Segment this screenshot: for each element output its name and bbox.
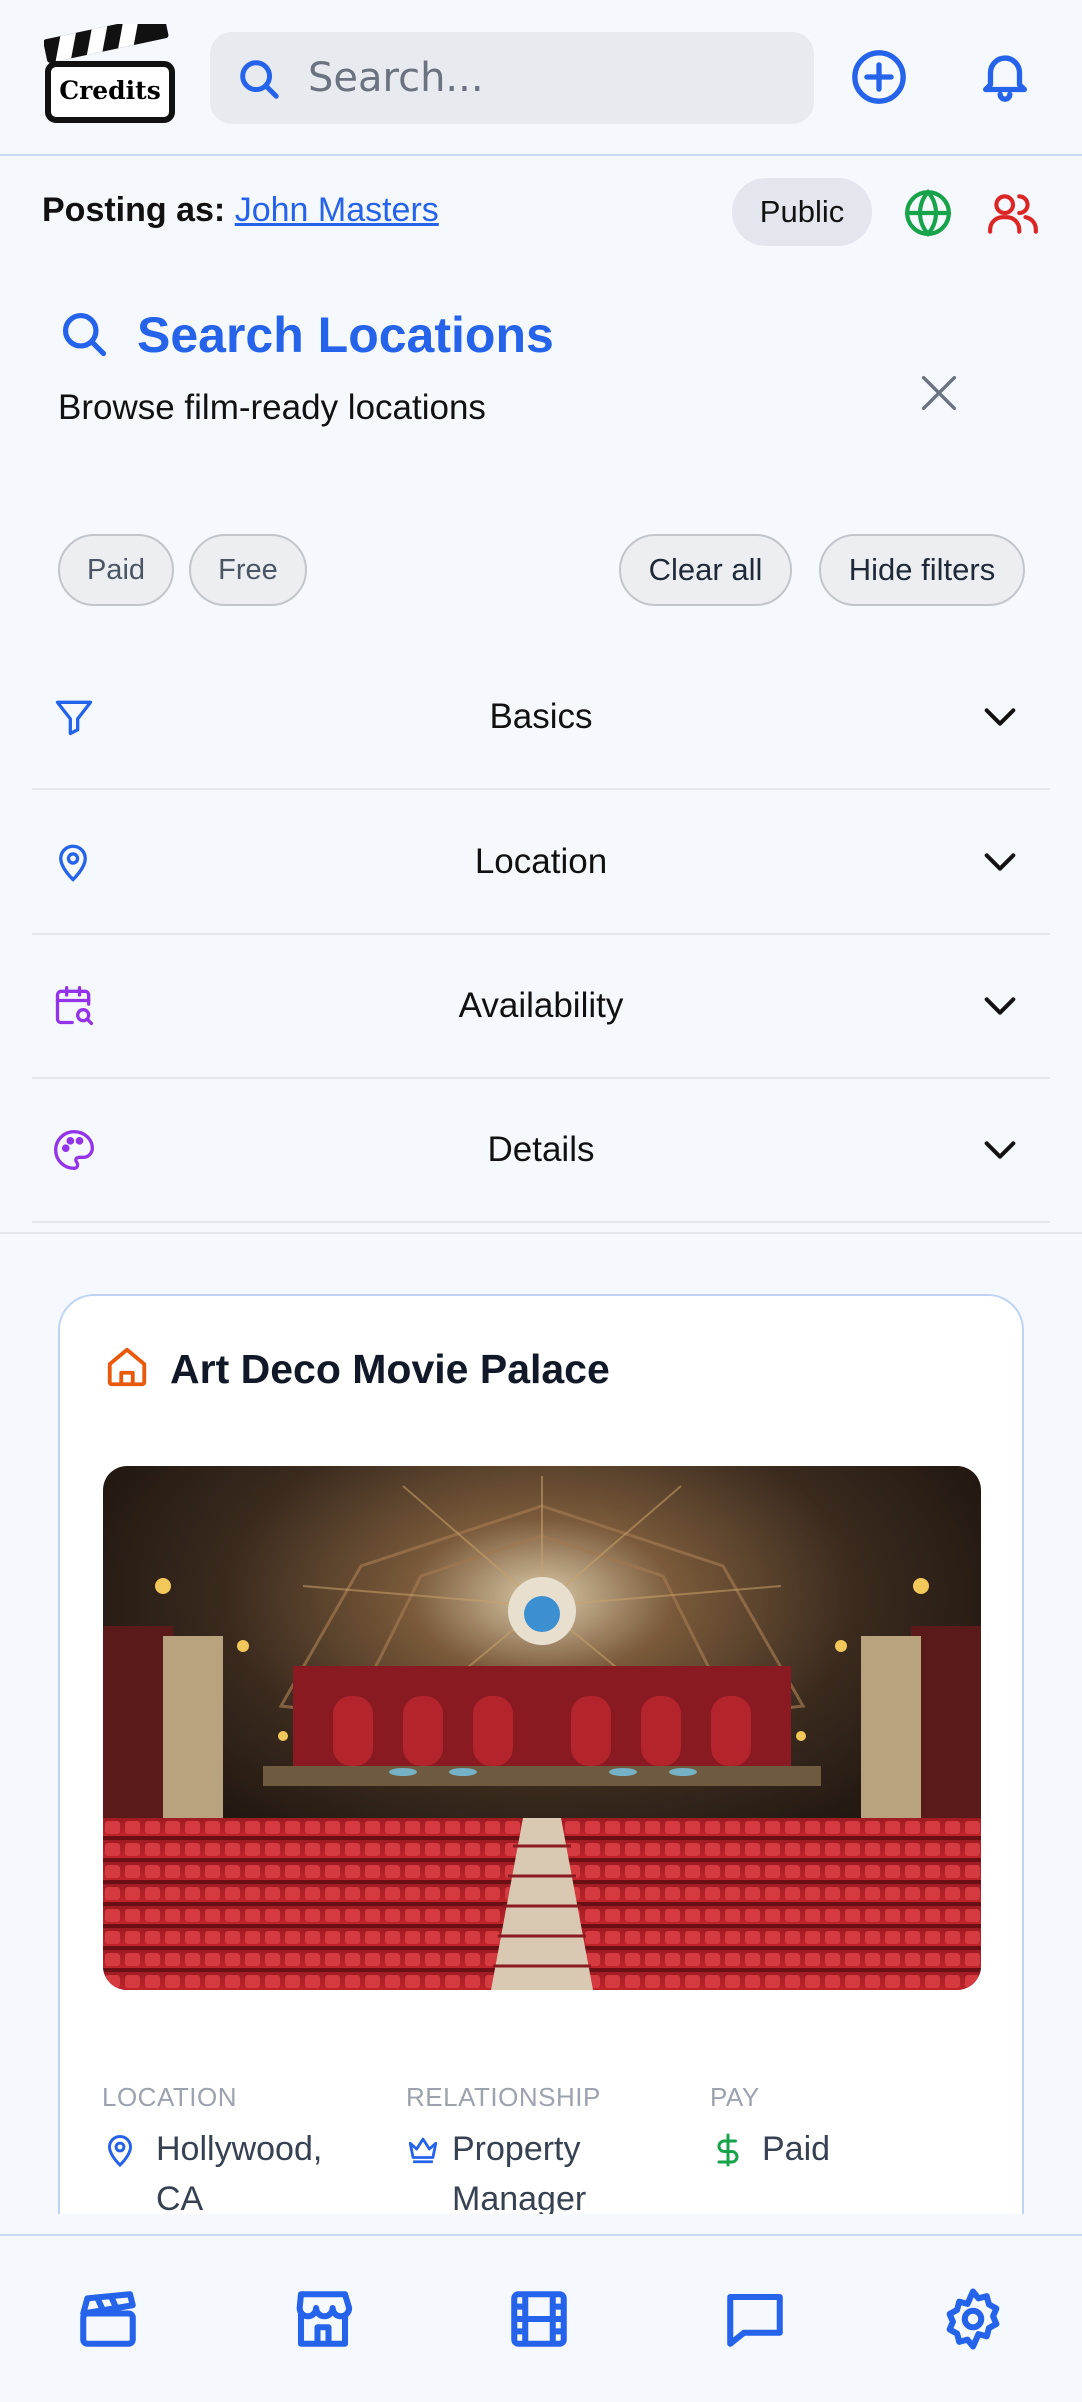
search-bar[interactable] [210, 32, 814, 124]
location-card[interactable]: Art Deco Movie Palace LOCATION Hollywood… [58, 1294, 1024, 2214]
meta-value-pay: Paid [762, 2130, 831, 2168]
page-title: Search Locations [137, 307, 554, 363]
page-subtitle: Browse film-ready locations [58, 388, 486, 427]
accordion-location[interactable]: Location [32, 791, 1050, 935]
plus-circle-icon[interactable] [850, 48, 908, 106]
store-icon[interactable] [290, 2286, 356, 2352]
users-icon[interactable] [986, 188, 1040, 238]
message-icon[interactable] [722, 2286, 788, 2352]
logo-text: Credits [59, 76, 161, 105]
top-bar: Credits [0, 0, 1082, 156]
clapperboard-icon[interactable] [75, 2286, 141, 2352]
globe-icon[interactable] [903, 188, 953, 238]
home-icon [104, 1344, 150, 1390]
theater-interior-image [103, 1466, 981, 1990]
search-input[interactable] [308, 32, 788, 124]
section-divider [0, 1232, 1082, 1234]
accordion-basics[interactable]: Basics [32, 646, 1050, 790]
chevron-down-icon [980, 986, 1020, 1026]
posting-prefix: Posting as: [42, 191, 226, 229]
meta-heading-relationship: RELATIONSHIP [406, 2082, 601, 2112]
credits-logo[interactable]: Credits [44, 24, 176, 124]
visibility-pill[interactable]: Public [732, 178, 872, 246]
chevron-down-icon [980, 1130, 1020, 1170]
dollar-icon [710, 2132, 746, 2168]
settings-icon[interactable] [940, 2286, 1006, 2352]
accordion-details[interactable]: Details [32, 1079, 1050, 1223]
search-locations-icon [58, 308, 110, 360]
map-pin-icon [102, 2132, 138, 2168]
clapperboard-logo-icon [44, 24, 175, 123]
posting-user-link[interactable]: John Masters [235, 191, 439, 229]
posting-as: Posting as: John Masters [42, 191, 439, 230]
accordion-availability[interactable]: Availability [32, 935, 1050, 1079]
accordion-label: Location [474, 842, 608, 881]
close-icon[interactable] [916, 370, 962, 416]
location-photo[interactable] [103, 1466, 981, 1990]
accordion-label: Basics [489, 697, 593, 736]
meta-heading-pay: PAY [710, 2082, 760, 2112]
meta-heading-location: LOCATION [102, 2082, 237, 2112]
bottom-nav [0, 2234, 1082, 2402]
accordion-label: Details [487, 1130, 595, 1169]
film-icon[interactable] [506, 2286, 572, 2352]
filter-chip-free[interactable]: Free [189, 534, 307, 606]
hide-filters-button[interactable]: Hide filters [819, 534, 1025, 606]
accordion-label: Availability [458, 986, 624, 1025]
meta-value-location: Hollywood, CA [156, 2130, 323, 2214]
search-icon [236, 56, 282, 102]
bell-icon[interactable] [976, 46, 1034, 104]
chevron-down-icon [980, 842, 1020, 882]
filter-chip-paid[interactable]: Paid [58, 534, 174, 606]
chevron-down-icon [980, 697, 1020, 737]
clear-all-button[interactable]: Clear all [619, 534, 792, 606]
crown-icon [406, 2132, 440, 2166]
meta-value-relationship: Property Manager [452, 2130, 587, 2214]
card-title: Art Deco Movie Palace [170, 1346, 610, 1392]
